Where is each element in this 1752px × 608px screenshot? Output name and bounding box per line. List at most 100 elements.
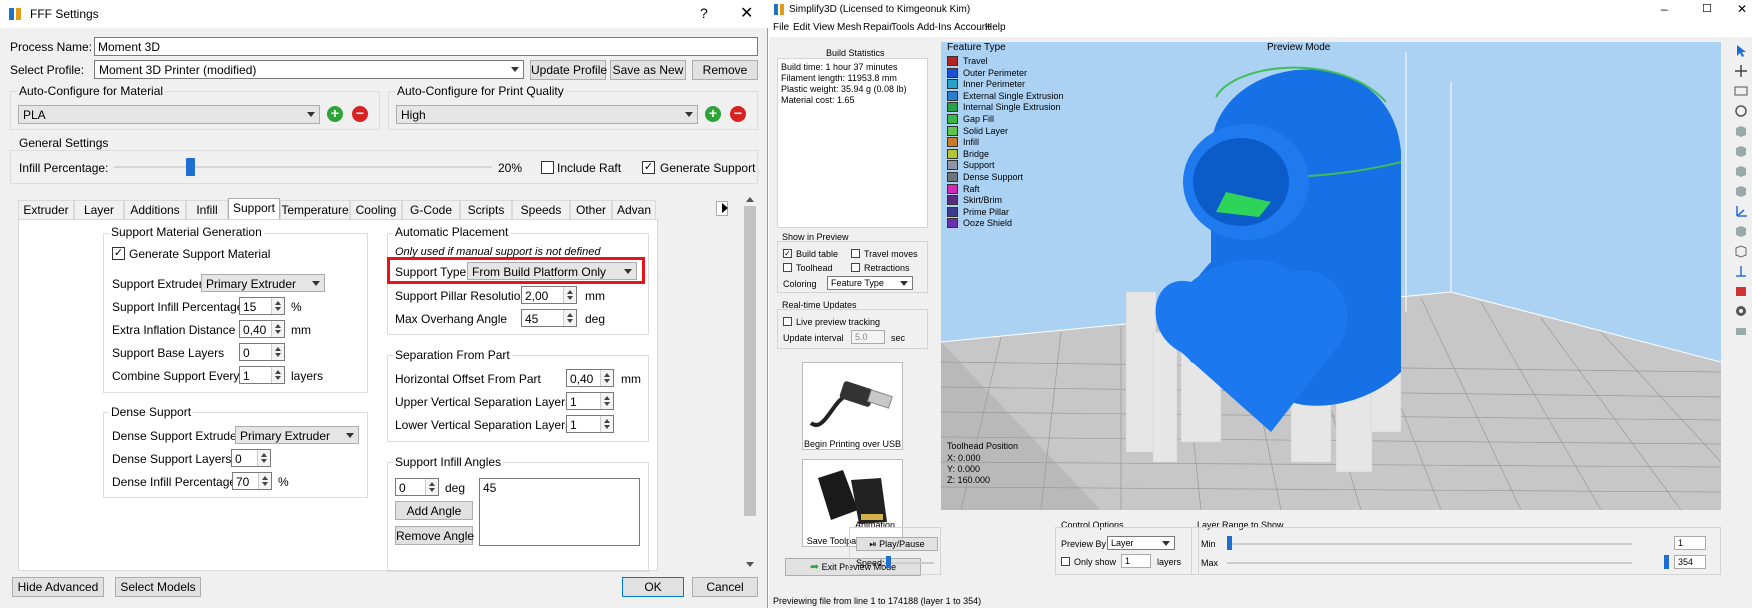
menu-edit[interactable]: Edit [793,22,810,33]
min-slider-thumb[interactable] [1227,536,1232,550]
menu-repair[interactable]: Repair [863,22,892,33]
spinner-arrows-icon[interactable] [600,370,613,386]
tab-other[interactable]: Other [570,200,612,220]
layers-icon[interactable] [1733,324,1749,338]
include-raft-checkbox[interactable] [541,161,554,174]
spinner-arrows-icon[interactable] [271,321,284,337]
spinner-arrows-icon[interactable] [257,450,270,466]
close-icon[interactable]: ✕ [1737,2,1747,16]
dense-support-extruder-dropdown[interactable]: Primary Extruder [235,426,359,444]
coloring-dropdown[interactable]: Feature Type [827,276,913,290]
scrollbar-thumb[interactable] [744,206,756,516]
build-table-checkbox[interactable]: ✓ [783,249,792,258]
spinner-arrows-icon[interactable] [258,473,271,489]
tab-gcode[interactable]: G-Code [402,200,460,220]
only-show-input[interactable]: 1 [1121,554,1151,568]
support-pillar-input[interactable]: 2,00 [521,286,577,304]
tab-extruder[interactable]: Extruder [18,200,74,220]
usb-print-button[interactable]: Begin Printing over USB [802,362,903,450]
menu-tools[interactable]: Tools [891,22,914,33]
save-as-new-button[interactable]: Save as New [610,60,686,80]
tab-cooling[interactable]: Cooling [350,200,402,220]
tab-temperature[interactable]: Temperature [280,200,350,220]
only-show-checkbox[interactable] [1061,557,1070,566]
view-default-icon[interactable] [1733,124,1749,138]
dense-support-layers-input[interactable]: 0 [231,449,271,467]
play-pause-button[interactable]: ⏯ Play/Pause [856,537,938,551]
axis-z-icon[interactable] [1733,264,1749,278]
select-models-button[interactable]: Select Models [115,577,201,597]
travel-moves-checkbox[interactable] [851,249,860,258]
toolhead-checkbox[interactable] [783,263,792,272]
wireframe-icon[interactable] [1733,244,1749,258]
view-left-icon[interactable] [1733,184,1749,198]
menu-addins[interactable]: Add-Ins [917,22,951,33]
spinner-arrows-icon[interactable] [271,367,284,383]
max-layer-input[interactable]: 354 [1674,555,1706,569]
support-type-dropdown[interactable]: From Build Platform Only [467,262,637,280]
spinner-arrows-icon[interactable] [600,393,613,409]
combine-support-input[interactable]: 1 [239,366,285,384]
settings-gear-icon[interactable] [1733,304,1749,318]
spinner-arrows-icon[interactable] [271,298,284,314]
close-button[interactable]: ✕ [740,3,753,23]
tab-speeds[interactable]: Speeds [512,200,570,220]
max-overhang-input[interactable]: 45 [521,309,577,327]
support-base-layers-input[interactable]: 0 [239,343,285,361]
horizontal-offset-input[interactable]: 0,40 [566,369,614,387]
view-back-icon[interactable] [1733,164,1749,178]
min-slider-track[interactable] [1227,543,1632,545]
ok-button[interactable]: OK [622,577,684,597]
hide-advanced-button[interactable]: Hide Advanced [12,577,104,597]
spinner-arrows-icon[interactable] [600,416,613,432]
support-extruder-dropdown[interactable]: Primary Extruder [201,274,325,292]
speed-slider-track[interactable] [884,562,934,564]
tab-support[interactable]: Support [228,198,280,221]
help-button[interactable]: ? [700,5,708,21]
remove-profile-button[interactable]: Remove [692,60,758,80]
zoom-icon[interactable] [1733,84,1749,98]
update-interval-input[interactable]: 5.0 [851,330,885,344]
max-slider-track[interactable] [1227,562,1632,564]
extra-inflation-input[interactable]: 0,40 [239,320,285,338]
spinner-arrows-icon[interactable] [271,344,284,360]
maximize-icon[interactable]: ☐ [1702,2,1712,15]
menu-file[interactable]: File [773,22,789,33]
process-name-input[interactable]: Moment 3D [94,37,758,56]
angle-list[interactable]: 45 [479,478,640,546]
spinner-arrows-icon[interactable] [563,310,576,326]
infill-slider-thumb[interactable] [186,158,195,176]
update-profile-button[interactable]: Update Profile [530,60,607,80]
speed-slider-thumb[interactable] [886,556,891,568]
support-infill-percentage-input[interactable]: 15 [239,297,285,315]
remove-material-icon[interactable]: − [352,106,368,122]
preview-viewport[interactable]: Feature Type Preview Mode Travel Outer Pe… [941,42,1721,510]
dense-infill-input[interactable]: 70 [232,472,272,490]
remove-angle-button[interactable]: Remove Angle [395,526,474,545]
add-quality-icon[interactable]: + [705,106,721,122]
tab-additions[interactable]: Additions [124,200,186,220]
generate-support-checkbox[interactable]: ✓ [642,161,655,174]
remove-quality-icon[interactable]: − [730,106,746,122]
tab-layer[interactable]: Layer [74,200,124,220]
add-material-icon[interactable]: + [327,106,343,122]
chevron-down-icon[interactable] [746,562,754,567]
tab-advan[interactable]: Advan [612,200,656,220]
select-arrow-icon[interactable] [1733,44,1749,58]
rotate-icon[interactable] [1733,104,1749,118]
max-slider-thumb[interactable] [1664,555,1669,569]
chevron-up-icon[interactable] [746,197,754,202]
quality-dropdown[interactable]: High [396,105,698,124]
tab-scripts[interactable]: Scripts [460,200,512,220]
menu-help[interactable]: Help [985,22,1006,33]
generate-support-material-checkbox[interactable]: ✓ [112,247,125,260]
min-layer-input[interactable]: 1 [1674,536,1706,550]
upper-separation-input[interactable]: 1 [566,392,614,410]
view-front-icon[interactable] [1733,144,1749,158]
cross-section-icon[interactable] [1733,284,1749,298]
spinner-arrows-icon[interactable] [425,479,438,495]
retractions-checkbox[interactable] [851,263,860,272]
cancel-button[interactable]: Cancel [692,577,758,597]
lower-separation-input[interactable]: 1 [566,415,614,433]
view-top-icon[interactable] [1733,224,1749,238]
